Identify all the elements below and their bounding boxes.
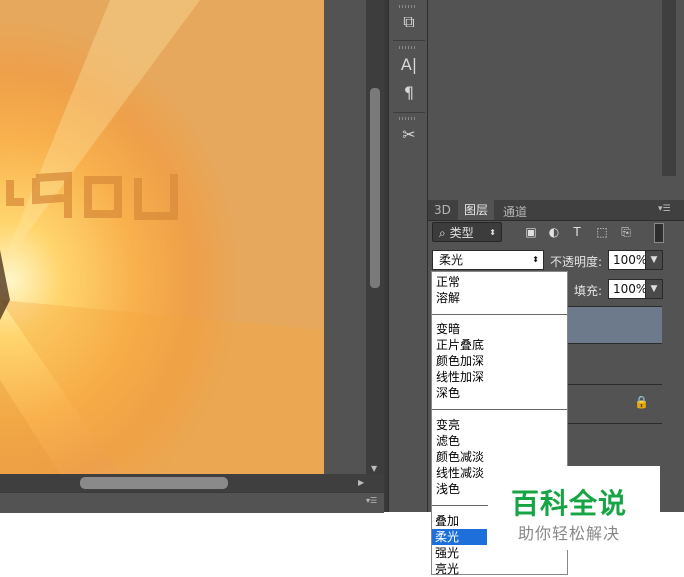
watermark: 百科全说 助你轻松解决 bbox=[488, 466, 660, 550]
menu-separator bbox=[432, 314, 567, 315]
clone-source-icon[interactable]: ⧉ bbox=[397, 10, 421, 34]
menu-item-darker-color[interactable]: 深色 bbox=[436, 385, 460, 401]
menu-item-darken[interactable]: 变暗 bbox=[436, 321, 460, 337]
character-icon[interactable]: A| bbox=[397, 53, 421, 77]
menu-separator bbox=[432, 409, 567, 410]
drag-grip[interactable] bbox=[399, 117, 417, 120]
menu-item-soft-light[interactable]: 柔光 bbox=[435, 529, 459, 545]
menu-item-normal[interactable]: 正常 bbox=[436, 274, 460, 290]
menu-item-lighten[interactable]: 变亮 bbox=[436, 417, 460, 433]
canvas-background bbox=[324, 0, 366, 474]
fill-input[interactable]: 100% bbox=[608, 279, 647, 299]
opacity-dropdown-icon[interactable]: ▼ bbox=[645, 250, 663, 270]
shape-layer-filter-icon[interactable]: ⬚ bbox=[595, 225, 609, 239]
divider bbox=[393, 40, 425, 41]
menu-item-color-dodge[interactable]: 颜色减淡 bbox=[436, 449, 484, 465]
panel-menu-icon[interactable]: ▾☰ bbox=[658, 204, 671, 214]
menu-item-color-burn[interactable]: 颜色加深 bbox=[436, 353, 484, 369]
watermark-title: 百科全说 bbox=[511, 487, 628, 520]
menu-item-screen[interactable]: 滤色 bbox=[436, 433, 460, 449]
drag-grip[interactable] bbox=[399, 46, 417, 49]
opacity-label: 不透明度: bbox=[550, 255, 603, 269]
layer-row[interactable] bbox=[568, 343, 662, 384]
menu-item-dissolve[interactable]: 溶解 bbox=[436, 290, 460, 306]
menu-item-overlay[interactable]: 叠加 bbox=[435, 513, 459, 529]
watermark-subtitle: 助你轻松解决 bbox=[518, 524, 621, 543]
adjustment-layer-filter-icon[interactable]: ◐ bbox=[547, 225, 561, 239]
fill-dropdown-icon[interactable]: ▼ bbox=[645, 279, 663, 299]
scroll-right-arrow-icon[interactable]: ▶ bbox=[358, 478, 364, 487]
canvas-logo-letters bbox=[6, 171, 178, 220]
chevron-updown-icon: ⬍ bbox=[532, 255, 539, 264]
menu-item-lighter-color[interactable]: 浅色 bbox=[436, 481, 460, 497]
lock-icon: 🔒 bbox=[634, 395, 649, 409]
tab-layers[interactable]: 图层 bbox=[458, 200, 495, 220]
scroll-down-arrow-icon[interactable]: ▼ bbox=[371, 464, 377, 473]
vertical-scrollbar-thumb[interactable] bbox=[370, 88, 380, 288]
pixel-layer-filter-icon[interactable]: ▣ bbox=[524, 225, 538, 239]
blend-mode-value: 柔光 bbox=[439, 253, 464, 267]
blend-mode-select[interactable]: 柔光 ⬍ bbox=[432, 250, 544, 270]
status-menu-icon[interactable]: ▾☰ bbox=[366, 496, 377, 505]
drag-grip[interactable] bbox=[399, 5, 417, 8]
search-icon: ⌕ bbox=[439, 226, 446, 240]
tab-3d[interactable]: 3D bbox=[434, 203, 451, 217]
layer-row[interactable]: 🔒 bbox=[568, 384, 662, 424]
tools-icon[interactable]: ✂ bbox=[397, 123, 421, 147]
horizontal-scrollbar-thumb[interactable] bbox=[80, 477, 228, 489]
filter-toggle[interactable] bbox=[654, 223, 664, 243]
fill-label: 填充: bbox=[574, 284, 603, 298]
menu-item-hard-light[interactable]: 强光 bbox=[435, 545, 459, 561]
layer-row-selected[interactable] bbox=[568, 306, 662, 343]
tab-channels[interactable]: 通道 bbox=[503, 203, 527, 220]
smart-object-filter-icon[interactable]: ⎘ bbox=[619, 225, 633, 239]
document-canvas[interactable]: you bbox=[0, 0, 324, 474]
menu-item-linear-burn[interactable]: 线性加深 bbox=[436, 369, 484, 385]
chevron-updown-icon: ⬍ bbox=[489, 228, 496, 237]
menu-item-linear-dodge[interactable]: 线性减淡 bbox=[436, 465, 484, 481]
status-bar: ▾☰ bbox=[0, 492, 384, 513]
opacity-input[interactable]: 100% bbox=[608, 250, 647, 270]
filter-kind-label: 类型 bbox=[449, 226, 474, 240]
type-layer-filter-icon[interactable]: T bbox=[570, 225, 584, 239]
menu-item-multiply[interactable]: 正片叠底 bbox=[436, 337, 484, 353]
paragraph-icon[interactable]: ¶ bbox=[397, 81, 421, 105]
divider bbox=[393, 112, 425, 113]
filter-kind-select[interactable]: ⌕ 类型 ⬍ bbox=[432, 222, 502, 242]
collapsed-panel-strip: ⧉ A| ¶ ✂ bbox=[388, 0, 428, 512]
panel-scrollbar[interactable] bbox=[662, 0, 676, 176]
